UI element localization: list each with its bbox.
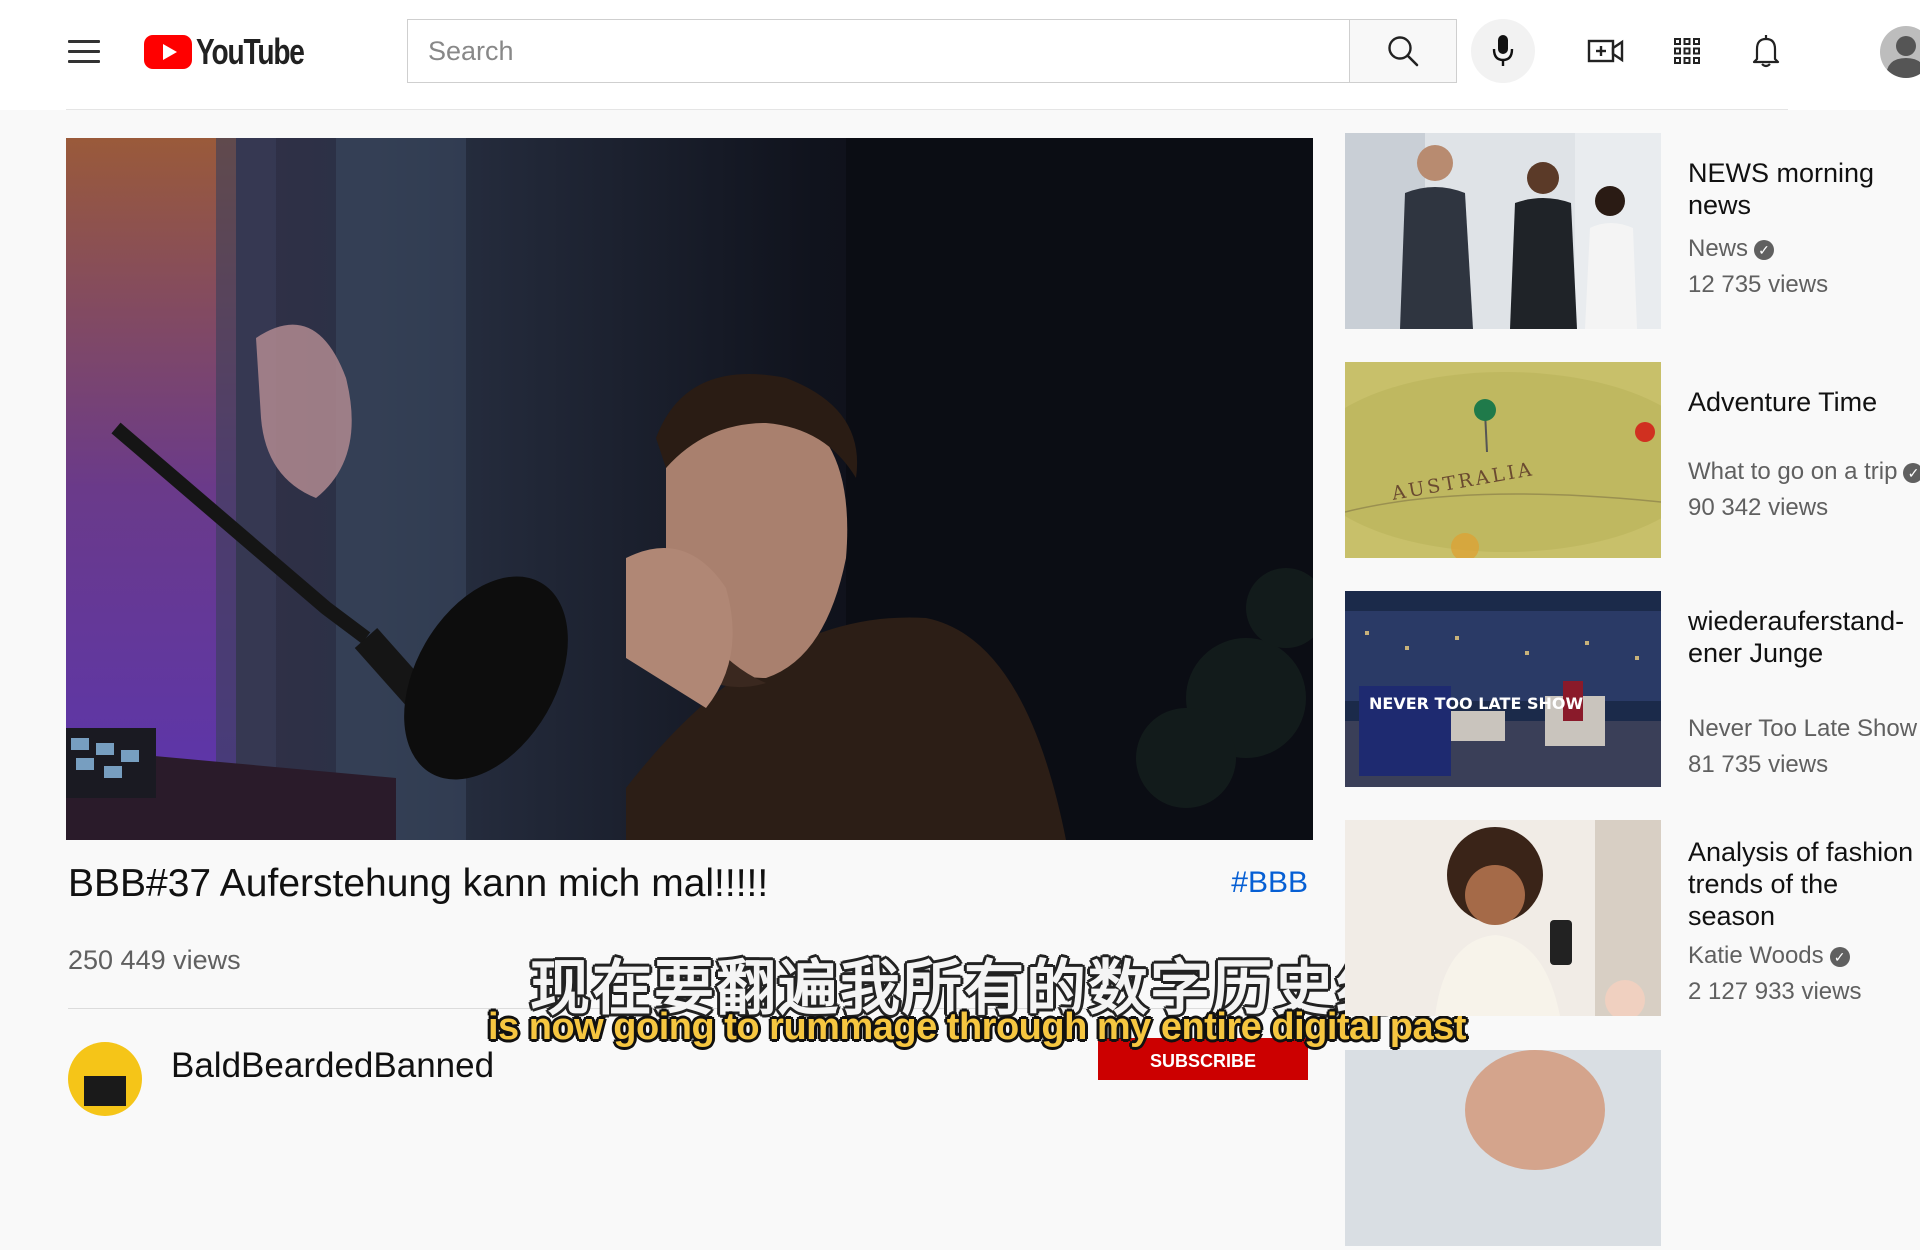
recommendation-thumbnail: AUSTRALIA xyxy=(1345,362,1661,558)
show-logo-text: NEVER TOO LATE SHOW xyxy=(1369,694,1583,713)
recommendation-title: Adventure Time xyxy=(1688,387,1878,417)
youtube-logo[interactable]: YouTube xyxy=(144,30,334,74)
recommendation-thumbnail xyxy=(1345,820,1661,1016)
verified-check-icon: ✓ xyxy=(1903,462,1920,483)
recommendation-title: Analysis of fashion trends of the season xyxy=(1688,837,1914,931)
recommendation-views: 2 127 933 views xyxy=(1688,978,1862,1005)
recommendation-item[interactable]: Analysis of fashion trends of the season… xyxy=(1345,820,1920,1020)
recommendation-item[interactable]: NEWS morning news News ✓ 12 735 views xyxy=(1345,133,1920,333)
recommendation-thumbnail xyxy=(1345,1050,1661,1246)
video-title: BBB#37 Auferstehung kann mich mal!!!!! xyxy=(68,862,769,905)
recommendation-views: 90 342 views xyxy=(1688,494,1829,521)
recommendation-channel: What to go on a trip ✓ xyxy=(1688,458,1920,486)
top-bar: YouTube xyxy=(0,0,1920,110)
search-icon xyxy=(1388,36,1419,67)
bell-icon xyxy=(1752,35,1780,68)
create-video-button[interactable] xyxy=(1586,31,1626,71)
video-player[interactable] xyxy=(66,138,1313,840)
youtube-play-icon xyxy=(144,35,192,69)
recommendation-title: wiederauferstand-ener Junge xyxy=(1688,606,1905,668)
talk-show-thumbnail-image: NEVER TOO LATE SHOW xyxy=(1345,591,1661,787)
recommendation-channel: Katie Woods ✓ xyxy=(1688,942,1850,970)
apps-button[interactable] xyxy=(1667,31,1707,71)
hashtag-link[interactable]: #BBB xyxy=(1231,866,1308,900)
recommendation-thumbnail: NEVER TOO LATE SHOW xyxy=(1345,591,1661,787)
header-divider xyxy=(66,109,1788,110)
channel-name[interactable]: BaldBeardedBanned xyxy=(171,1046,494,1086)
create-video-icon xyxy=(1587,39,1624,63)
account-avatar[interactable] xyxy=(1880,26,1920,78)
search-input[interactable] xyxy=(408,19,1349,83)
recommendation-thumbnail xyxy=(1345,133,1661,329)
search-box xyxy=(407,19,1350,83)
portrait-thumbnail-image xyxy=(1345,1050,1661,1246)
recommendation-views: 81 735 views xyxy=(1688,751,1829,778)
microphone-icon xyxy=(1492,35,1514,66)
recommendation-views: 12 735 views xyxy=(1688,271,1829,298)
map-thumbnail-image: AUSTRALIA xyxy=(1345,362,1661,558)
news-thumbnail-image xyxy=(1345,133,1661,329)
recommendation-title: NEWS morning news xyxy=(1688,158,1875,220)
recommendation-item[interactable]: NEVER TOO LATE SHOW wiederauferstand-ene… xyxy=(1345,591,1920,791)
channel-logo-icon xyxy=(84,1076,126,1106)
video-frame-image xyxy=(66,138,1313,840)
verified-check-icon: ✓ xyxy=(1754,239,1775,260)
fashion-thumbnail-image xyxy=(1345,820,1661,1016)
apps-grid-icon xyxy=(1674,38,1700,64)
subtitle-english: is now going to rummage through my entir… xyxy=(488,1006,1466,1048)
view-count: 250 449 views xyxy=(68,945,241,975)
user-icon xyxy=(1886,36,1920,78)
recommendation-item[interactable] xyxy=(1345,1050,1920,1250)
verified-check-icon: ✓ xyxy=(1829,946,1850,967)
notifications-button[interactable] xyxy=(1746,31,1786,71)
search-button[interactable] xyxy=(1350,19,1457,83)
recommendation-item[interactable]: AUSTRALIA Adventure Time What to go on a… xyxy=(1345,362,1920,562)
recommendation-channel: News ✓ xyxy=(1688,235,1775,263)
hamburger-menu-icon[interactable] xyxy=(68,38,100,66)
voice-search-button[interactable] xyxy=(1471,19,1535,83)
recommendation-channel: Never Too Late Show xyxy=(1688,715,1918,742)
logo-text: YouTube xyxy=(196,31,305,72)
channel-avatar[interactable] xyxy=(68,1042,142,1116)
